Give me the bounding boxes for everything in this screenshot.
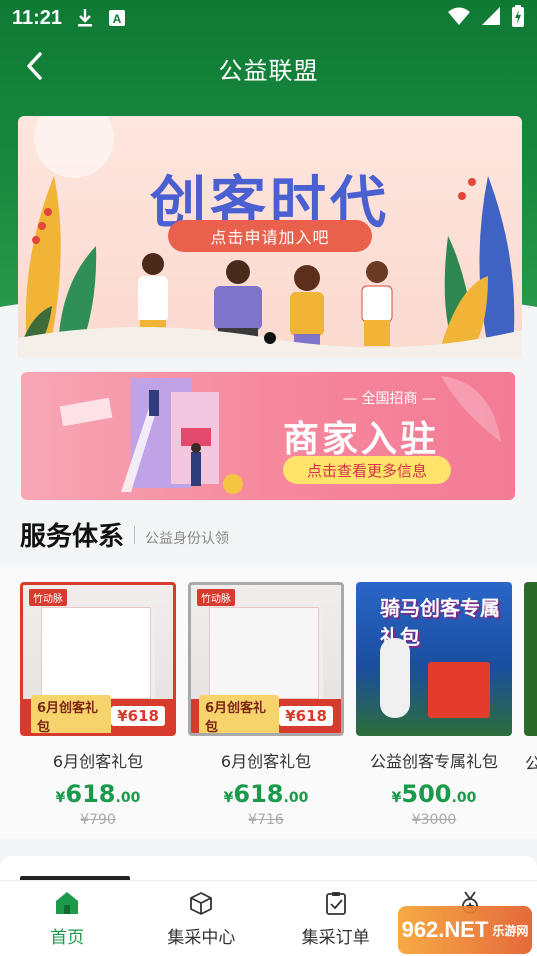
price-decimal: .00: [283, 790, 309, 806]
carousel-indicator[interactable]: [264, 332, 276, 344]
nav-bar: 公益联盟: [0, 40, 537, 96]
tab-procurement-orders[interactable]: 集采订单: [269, 881, 403, 956]
tag-label: 6月创客礼包: [199, 695, 280, 733]
product-card-peek[interactable]: [524, 582, 537, 736]
battery-charging-icon: [511, 4, 525, 32]
product-name-peek: 公: [525, 754, 537, 773]
site-watermark: 962.NET 乐游网: [398, 906, 532, 954]
price-tag: 6月创客礼包 ¥618: [191, 695, 341, 733]
product-name: 6月创客礼包: [52, 752, 144, 771]
tag-label: 6月创客礼包: [31, 695, 112, 733]
product-price: ¥618.00: [20, 780, 176, 808]
brand-logo: 竹动脉: [29, 589, 67, 606]
product-box-graphic: [209, 607, 319, 699]
product-image: 骑马创客专属礼包: [356, 582, 512, 736]
product-name: 6月创客礼包: [220, 752, 312, 771]
watermark-sub: 乐游网: [492, 923, 529, 938]
home-icon: [53, 889, 81, 917]
banner-carousel[interactable]: 创客时代 点击申请加入吧: [18, 116, 522, 358]
tab-label: 集采中心: [167, 928, 236, 948]
price-integer: 618: [233, 780, 284, 808]
product-list[interactable]: 竹动脉 6月创客礼包 ¥618 6月创客礼包 ¥618.00 ¥790 竹动脉 …: [0, 566, 537, 838]
a-badge-icon: A: [108, 9, 126, 27]
product-image: 竹动脉 6月创客礼包 ¥618: [20, 582, 176, 736]
brand-logo: 竹动脉: [197, 589, 235, 606]
section-divider: [134, 525, 136, 544]
product-name: 公益创客专属礼包: [369, 752, 498, 771]
tab-home[interactable]: 首页: [0, 881, 134, 956]
tab-label: 集采订单: [301, 928, 370, 948]
original-price: ¥790: [80, 812, 116, 828]
currency-symbol: ¥: [391, 790, 402, 806]
price-integer: 618: [65, 780, 116, 808]
tab-procurement-center[interactable]: 集采中心: [134, 881, 268, 956]
price-decimal: .00: [451, 790, 477, 806]
section-header: 服务体系 公益身份认领: [20, 516, 229, 553]
price-decimal: .00: [115, 790, 141, 806]
chevron-left-icon: [25, 52, 43, 84]
currency-symbol: ¥: [223, 790, 234, 806]
product-image: 竹动脉 6月创客礼包 ¥618: [188, 582, 344, 736]
runner-graphic: [380, 638, 410, 718]
section-subtitle: 公益身份认领: [145, 530, 230, 547]
wifi-icon: [447, 6, 471, 31]
tag-price: ¥618: [111, 706, 165, 726]
svg-text:A: A: [113, 12, 122, 26]
product-card[interactable]: 竹动脉 6月创客礼包 ¥618 6月创客礼包 ¥618.00 ¥716: [188, 582, 344, 828]
tag-price: ¥618: [279, 706, 333, 726]
product-card[interactable]: 竹动脉 6月创客礼包 ¥618 6月创客礼包 ¥618.00 ¥790: [20, 582, 176, 828]
apply-join-button[interactable]: 点击申请加入吧: [168, 220, 372, 252]
product-card[interactable]: 骑马创客专属礼包 公益创客专属礼包 ¥500.00 ¥3000: [356, 582, 512, 828]
watermark-text: 962.NET: [401, 917, 489, 942]
currency-symbol: ¥: [55, 790, 66, 806]
gift-box-graphic: [428, 662, 490, 718]
signal-icon: [481, 6, 501, 31]
download-icon: [76, 8, 94, 28]
view-more-button[interactable]: 点击查看更多信息: [283, 456, 451, 484]
box-icon: [187, 889, 215, 917]
product-box-graphic: [41, 607, 151, 699]
original-price: ¥716: [248, 812, 284, 828]
back-button[interactable]: [16, 50, 52, 86]
status-time: 11:21: [12, 6, 63, 29]
price-integer: 500: [401, 780, 452, 808]
tab-label: 首页: [50, 928, 85, 948]
clipboard-check-icon: [322, 889, 350, 917]
merchant-title: 商家入驻: [283, 419, 440, 460]
original-price: ¥3000: [411, 812, 457, 828]
status-bar: 11:21 A: [0, 0, 537, 36]
product-price: ¥500.00: [356, 780, 512, 808]
price-tag: 6月创客礼包 ¥618: [23, 695, 173, 733]
section-title: 服务体系: [20, 522, 125, 552]
page-title: 公益联盟: [218, 56, 319, 85]
product-price: ¥618.00: [188, 780, 344, 808]
merchant-banner[interactable]: — 全国招商 — 商家入驻 点击查看更多信息: [21, 372, 515, 500]
merchant-kicker: — 全国招商 —: [343, 391, 436, 407]
